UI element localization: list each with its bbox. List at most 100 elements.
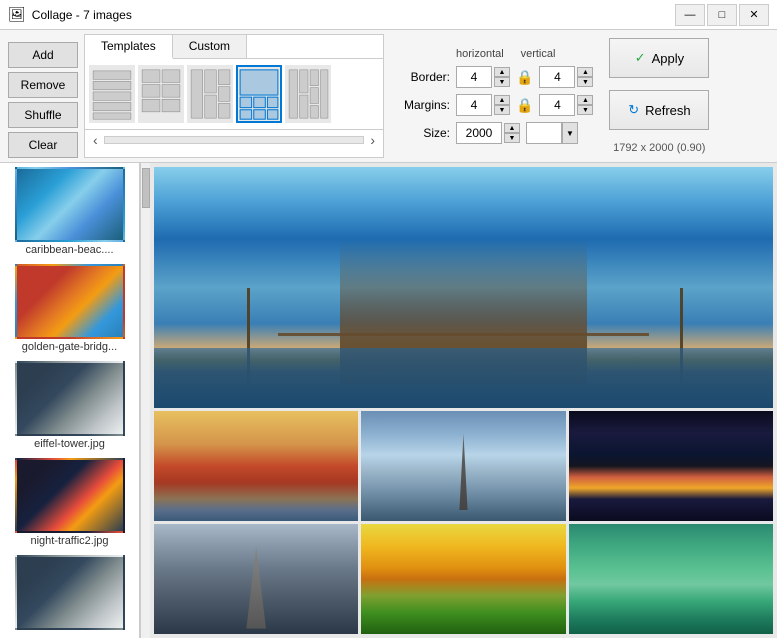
collage-main-cell bbox=[154, 167, 773, 408]
add-button[interactable]: Add bbox=[8, 42, 78, 68]
collage-cell-golden-gate bbox=[154, 411, 358, 521]
template-2[interactable] bbox=[138, 65, 184, 123]
shuffle-button[interactable]: Shuffle bbox=[8, 102, 78, 128]
title-bar: 🖼 Collage - 7 images — □ ✕ bbox=[0, 0, 777, 30]
template-1[interactable] bbox=[89, 65, 135, 123]
collage-cell-sunflower bbox=[361, 524, 565, 634]
template-next-arrow[interactable]: › bbox=[366, 132, 379, 148]
image-list: caribbean-beac.... golden-gate-bridg... … bbox=[0, 163, 140, 638]
border-label: Border: bbox=[400, 70, 450, 84]
color-swatch[interactable] bbox=[526, 122, 562, 144]
color-dropdown-arrow[interactable]: ▼ bbox=[562, 122, 578, 144]
close-button[interactable]: ✕ bbox=[739, 4, 769, 26]
image-thumbnail bbox=[15, 555, 125, 630]
col-headers-row: horizontal vertical bbox=[400, 48, 593, 60]
settings-section: horizontal vertical Border: ▲ ▼ 🔒 bbox=[390, 34, 603, 158]
image-name: golden-gate-bridg... bbox=[10, 341, 130, 353]
margins-v-spinner: ▲ ▼ bbox=[539, 94, 593, 116]
remove-button[interactable]: Remove bbox=[8, 72, 78, 98]
template-3[interactable] bbox=[187, 65, 233, 123]
golden-gate-image bbox=[154, 411, 358, 521]
apply-button[interactable]: ✓ Apply bbox=[609, 38, 709, 78]
tab-templates[interactable]: Templates bbox=[85, 35, 173, 59]
image-thumbnail bbox=[15, 167, 125, 242]
titlebar-left: 🖼 Collage - 7 images bbox=[8, 6, 132, 23]
border-h-down[interactable]: ▼ bbox=[494, 77, 510, 87]
collage-bottom-row bbox=[154, 524, 773, 634]
border-link-icon: 🔒 bbox=[516, 69, 533, 86]
image-name: night-traffic2.jpg bbox=[10, 535, 130, 547]
list-item[interactable] bbox=[10, 555, 130, 632]
collage-cell-eiffel bbox=[361, 411, 565, 521]
collage-layout bbox=[150, 163, 777, 638]
dimension-display: 1792 x 2000 (0.90) bbox=[609, 142, 709, 154]
templates-section: Templates Custom bbox=[84, 34, 384, 158]
image-name: caribbean-beac.... bbox=[10, 244, 130, 256]
list-item[interactable]: eiffel-tower.jpg bbox=[10, 361, 130, 450]
clear-button[interactable]: Clear bbox=[8, 132, 78, 158]
scrollbar-thumb bbox=[142, 168, 150, 208]
margins-h-up[interactable]: ▲ bbox=[494, 95, 510, 105]
template-nav: ‹ › bbox=[85, 129, 383, 150]
right-actions: ✓ Apply ↻ Refresh 1792 x 2000 (0.90) bbox=[609, 34, 709, 158]
apply-label: Apply bbox=[652, 51, 685, 66]
border-h-up[interactable]: ▲ bbox=[494, 67, 510, 77]
sunflower-image bbox=[361, 524, 565, 634]
app-icon: 🖼 bbox=[8, 6, 26, 23]
apply-check-icon: ✓ bbox=[635, 50, 646, 66]
margins-v-up[interactable]: ▲ bbox=[577, 95, 593, 105]
size-row: Size: ▲ ▼ ▼ bbox=[400, 122, 593, 144]
color-picker-group: ▼ bbox=[526, 122, 578, 144]
eiffel-image bbox=[361, 411, 565, 521]
refresh-icon: ↻ bbox=[628, 102, 639, 118]
refresh-label: Refresh bbox=[645, 103, 691, 118]
nature-image bbox=[569, 524, 773, 634]
size-spinner: ▲ ▼ bbox=[456, 122, 520, 144]
collage-image-caribbean bbox=[154, 167, 773, 408]
margins-h-down[interactable]: ▼ bbox=[494, 105, 510, 115]
image-thumbnail bbox=[15, 264, 125, 339]
collage-preview bbox=[150, 163, 777, 638]
border-v-spinner: ▲ ▼ bbox=[539, 66, 593, 88]
vertical-header: vertical bbox=[520, 48, 556, 60]
margins-row: Margins: ▲ ▼ 🔒 ▲ ▼ bbox=[400, 94, 593, 116]
margins-h-spinner: ▲ ▼ bbox=[456, 94, 510, 116]
tab-custom[interactable]: Custom bbox=[173, 35, 247, 58]
border-v-down[interactable]: ▼ bbox=[577, 77, 593, 87]
margins-h-input[interactable] bbox=[456, 94, 492, 116]
border-v-up[interactable]: ▲ bbox=[577, 67, 593, 77]
size-up[interactable]: ▲ bbox=[504, 123, 520, 133]
collage-middle-row bbox=[154, 411, 773, 521]
border-v-input[interactable] bbox=[539, 66, 575, 88]
image-list-scrollbar[interactable] bbox=[140, 163, 150, 638]
template-prev-arrow[interactable]: ‹ bbox=[89, 132, 102, 148]
minimize-button[interactable]: — bbox=[675, 4, 705, 26]
collage-cell-eiffel2 bbox=[154, 524, 358, 634]
collage-cell-traffic bbox=[569, 411, 773, 521]
border-row: Border: ▲ ▼ 🔒 ▲ ▼ bbox=[400, 66, 593, 88]
horizontal-header: horizontal bbox=[456, 48, 492, 60]
list-item[interactable]: golden-gate-bridg... bbox=[10, 264, 130, 353]
eiffel2-image bbox=[154, 524, 358, 634]
size-label: Size: bbox=[400, 126, 450, 140]
main-container: Add Remove Shuffle Clear Templates Custo… bbox=[0, 30, 777, 638]
margins-link-icon: 🔒 bbox=[516, 97, 533, 114]
refresh-button[interactable]: ↻ Refresh bbox=[609, 90, 709, 130]
margins-v-input[interactable] bbox=[539, 94, 575, 116]
template-5[interactable] bbox=[285, 65, 331, 123]
list-item[interactable]: night-traffic2.jpg bbox=[10, 458, 130, 547]
image-thumbnail bbox=[15, 361, 125, 436]
size-down[interactable]: ▼ bbox=[504, 133, 520, 143]
list-item[interactable]: caribbean-beac.... bbox=[10, 167, 130, 256]
image-thumbnail bbox=[15, 458, 125, 533]
maximize-button[interactable]: □ bbox=[707, 4, 737, 26]
border-h-input[interactable] bbox=[456, 66, 492, 88]
margins-v-down[interactable]: ▼ bbox=[577, 105, 593, 115]
size-input[interactable] bbox=[456, 122, 502, 144]
template-4[interactable] bbox=[236, 65, 282, 123]
window-title: Collage - 7 images bbox=[32, 8, 132, 22]
toolbar-actions: Add Remove Shuffle Clear bbox=[8, 34, 78, 158]
image-name: eiffel-tower.jpg bbox=[10, 438, 130, 450]
collage-cell-nature bbox=[569, 524, 773, 634]
border-h-spinner: ▲ ▼ bbox=[456, 66, 510, 88]
